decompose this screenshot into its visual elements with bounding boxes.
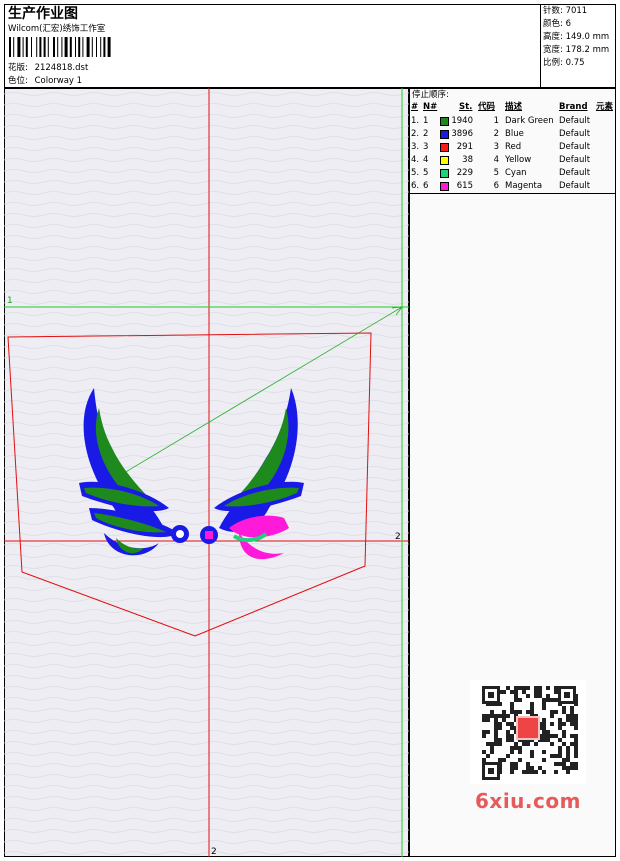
row-brand: Default bbox=[559, 181, 591, 191]
row-code: 3 bbox=[493, 142, 499, 152]
row-number: 2 bbox=[423, 129, 429, 139]
table-row: 2. 2 3896 2 Blue Default bbox=[410, 128, 617, 141]
company-name: Wilcom(汇宏)绣饰工作室 bbox=[8, 24, 106, 34]
stat-width: 宽度: 178.2 mm bbox=[543, 45, 610, 55]
row-brand: Default bbox=[559, 155, 591, 165]
design-value: 2124818.dst bbox=[34, 63, 89, 73]
row-description: Magenta bbox=[505, 181, 543, 191]
thread-color-swatch bbox=[440, 143, 449, 152]
col-code: 代码 bbox=[478, 102, 496, 112]
row-code: 5 bbox=[493, 168, 499, 178]
row-brand: Default bbox=[559, 129, 591, 139]
thread-color-swatch bbox=[440, 169, 449, 178]
col-number: N# bbox=[423, 102, 438, 112]
col-element: 元素 bbox=[596, 102, 614, 112]
thread-color-swatch bbox=[440, 130, 449, 139]
row-code: 6 bbox=[493, 181, 499, 191]
stat-stitches: 针数: 7011 bbox=[543, 6, 588, 16]
row-stitches: 1940 bbox=[451, 116, 473, 126]
row-index: 2. bbox=[411, 129, 420, 139]
stat-colors: 颜色: 6 bbox=[543, 19, 571, 29]
row-stitches: 615 bbox=[456, 181, 473, 191]
colorway-row: 色位: Colorway 1 bbox=[8, 76, 82, 86]
row-code: 1 bbox=[493, 116, 499, 126]
row-index: 3. bbox=[411, 142, 420, 152]
row-number: 3 bbox=[423, 142, 429, 152]
end-marker-label-right: 2 bbox=[395, 532, 401, 542]
row-brand: Default bbox=[559, 168, 591, 178]
table-row: 6. 6 615 6 Magenta Default bbox=[410, 180, 617, 193]
design-canvas: 1 2 2 bbox=[4, 88, 409, 857]
qr-code-image bbox=[470, 680, 586, 784]
stats-box: 针数: 7011 颜色: 6 高度: 149.0 mm 宽度: 178.2 mm… bbox=[540, 4, 618, 89]
watermark-site: 6xiu.com bbox=[475, 789, 581, 813]
thread-color-swatch bbox=[440, 182, 449, 191]
thread-color-swatch bbox=[440, 117, 449, 126]
row-description: Blue bbox=[505, 129, 524, 139]
stat-scale: 比例: 0.75 bbox=[543, 58, 585, 68]
col-stitches: St. bbox=[459, 102, 473, 112]
row-number: 1 bbox=[423, 116, 429, 126]
row-code: 4 bbox=[493, 155, 499, 165]
col-brand: Brand bbox=[559, 102, 588, 112]
row-description: Cyan bbox=[505, 168, 527, 178]
row-number: 6 bbox=[423, 181, 429, 191]
barcode-image bbox=[9, 37, 111, 57]
colorway-label: 色位: bbox=[8, 76, 28, 86]
table-divider bbox=[410, 193, 615, 194]
row-description: Dark Green bbox=[505, 116, 554, 126]
start-marker-label: 1 bbox=[7, 296, 13, 306]
row-number: 4 bbox=[423, 155, 429, 165]
row-stitches: 38 bbox=[462, 155, 473, 165]
thread-color-swatch bbox=[440, 156, 449, 165]
table-row: 4. 4 38 4 Yellow Default bbox=[410, 154, 617, 167]
table-row: 5. 5 229 5 Cyan Default bbox=[410, 167, 617, 180]
design-file-row: 花版: 2124818.dst bbox=[8, 63, 88, 73]
col-description: 描述 bbox=[505, 102, 523, 112]
row-stitches: 229 bbox=[456, 168, 473, 178]
table-row: 1. 1 1940 1 Dark Green Default bbox=[410, 115, 617, 128]
colorway-value: Colorway 1 bbox=[34, 76, 83, 86]
row-description: Red bbox=[505, 142, 522, 152]
row-number: 5 bbox=[423, 168, 429, 178]
row-stitches: 3896 bbox=[451, 129, 473, 139]
col-hash: # bbox=[411, 102, 419, 112]
end-marker-label-bottom: 2 bbox=[211, 847, 217, 857]
row-index: 5. bbox=[411, 168, 420, 178]
stop-sequence-title: 停止顺序: bbox=[412, 90, 449, 100]
canvas-drawing: 1 2 2 bbox=[4, 88, 409, 857]
row-brand: Default bbox=[559, 142, 591, 152]
table-row: 3. 3 291 3 Red Default bbox=[410, 141, 617, 154]
row-code: 2 bbox=[493, 129, 499, 139]
stat-height: 高度: 149.0 mm bbox=[543, 32, 610, 42]
row-brand: Default bbox=[559, 116, 591, 126]
row-stitches: 291 bbox=[456, 142, 473, 152]
row-index: 4. bbox=[411, 155, 420, 165]
header-panel: 生产作业图 Wilcom(汇宏)绣饰工作室 花版: 2124818.dst 色位… bbox=[4, 4, 618, 89]
fabric-texture bbox=[4, 88, 409, 857]
row-description: Yellow bbox=[505, 155, 532, 165]
stop-sequence-header: # N# St. 代码 描述 Brand 元素 bbox=[410, 101, 617, 114]
row-index: 1. bbox=[411, 116, 420, 126]
design-label: 花版: bbox=[8, 63, 28, 73]
sheet-title: 生产作业图 bbox=[8, 6, 78, 22]
row-index: 6. bbox=[411, 181, 420, 191]
